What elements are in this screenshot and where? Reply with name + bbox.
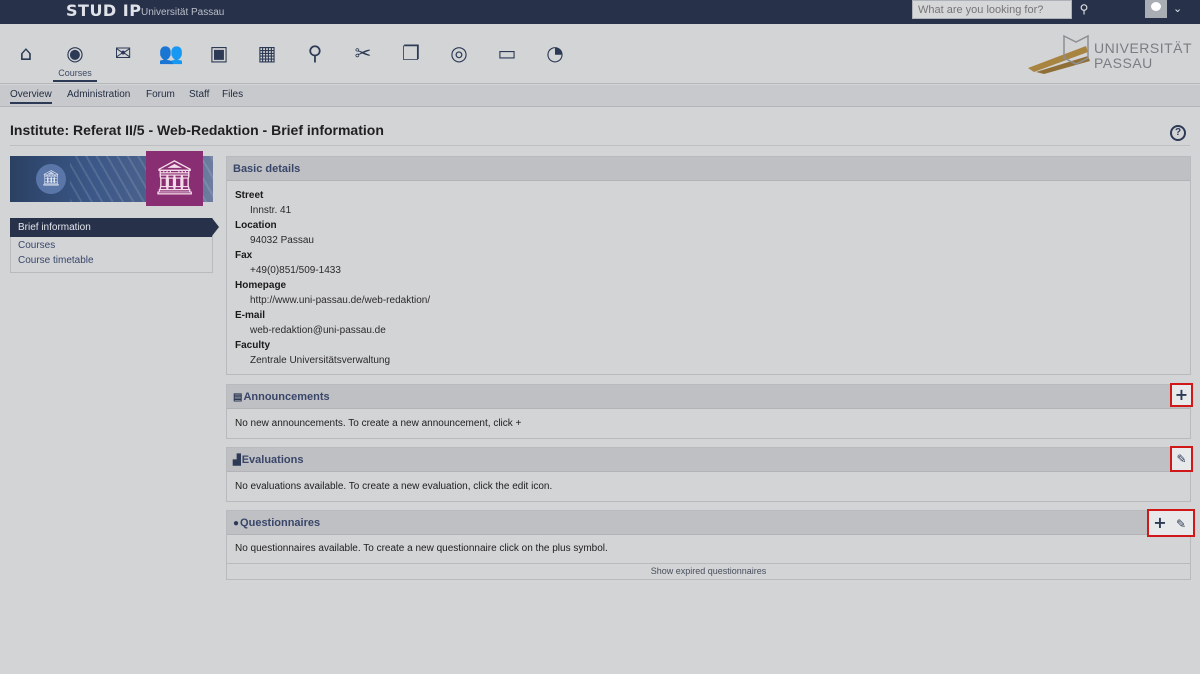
panel-header: ▟Evaluations bbox=[227, 448, 1190, 472]
detail-value: +49(0)851/509-1433 bbox=[250, 265, 341, 276]
messages-icon[interactable]: ✉ bbox=[110, 40, 136, 66]
empty-message: No questionnaires available. To create a… bbox=[235, 543, 608, 554]
courses-icon[interactable]: ◉ bbox=[62, 40, 88, 66]
panel-header: Basic details bbox=[227, 157, 1190, 181]
tab-files[interactable]: Files bbox=[222, 89, 243, 100]
community-icon[interactable]: 👥 bbox=[158, 40, 184, 66]
sidebar-active-arrow bbox=[212, 218, 219, 236]
questionnaires-panel: ●Questionnaires No questionnaires availa… bbox=[226, 510, 1191, 580]
page-title: Institute: Referat II/5 - Web-Redaktion … bbox=[10, 122, 384, 138]
studip-logo[interactable]: STUD IP bbox=[66, 1, 141, 20]
panel-header: ▤Announcements bbox=[227, 385, 1190, 409]
tab-staff[interactable]: Staff bbox=[189, 89, 209, 100]
detail-value: Zentrale Universitätsverwaltung bbox=[250, 355, 391, 366]
add-announcement-button[interactable]: + bbox=[1174, 385, 1189, 405]
home-icon[interactable]: ⌂ bbox=[13, 40, 39, 66]
homepage-link[interactable]: http://www.uni-passau.de/web-redaktion/ bbox=[250, 295, 430, 306]
detail-value: 94032 Passau bbox=[250, 235, 314, 246]
announcements-panel: ▤Announcements No new announcements. To … bbox=[226, 384, 1191, 439]
institute-avatar-icon: 🏛 bbox=[146, 151, 203, 206]
detail-label: Homepage bbox=[235, 280, 287, 291]
files-icon[interactable]: ❐ bbox=[398, 40, 424, 66]
empty-message: No evaluations available. To create a ne… bbox=[235, 481, 553, 492]
user-avatar-icon[interactable] bbox=[1145, 0, 1167, 18]
chevron-down-icon[interactable]: ⌄ bbox=[1173, 2, 1182, 15]
announcement-icon: ▤ bbox=[233, 392, 243, 403]
search-icon[interactable]: ⚲ bbox=[1073, 0, 1095, 19]
empty-message: No new announcements. To create a new an… bbox=[235, 418, 522, 429]
detail-label: E-mail bbox=[235, 310, 266, 321]
title-divider bbox=[10, 145, 1190, 146]
basic-details-panel: Basic details Street Innstr. 41 Location… bbox=[226, 156, 1191, 375]
panel-title: Evaluations bbox=[241, 454, 304, 466]
add-questionnaire-button[interactable]: + bbox=[1152, 513, 1168, 533]
plugin-icon[interactable]: ◎ bbox=[446, 40, 472, 66]
sidebar-item-courses[interactable]: Courses bbox=[18, 240, 55, 251]
tab-overview[interactable]: Overview bbox=[10, 89, 52, 104]
panel-title: Basic details bbox=[233, 163, 301, 175]
panel-title: Questionnaires bbox=[240, 517, 321, 529]
basic-details-body: Street Innstr. 41 Location 94032 Passau … bbox=[227, 181, 1190, 374]
tab-bar: Overview Administration Forum Staff File… bbox=[0, 85, 1200, 107]
evaluation-icon: ▟ bbox=[233, 455, 241, 466]
highlight-box: ✎ bbox=[1170, 446, 1193, 472]
panel-title: Announcements bbox=[243, 391, 330, 403]
university-subtitle: Universität Passau bbox=[141, 7, 225, 18]
profile-icon[interactable]: ▣ bbox=[206, 40, 232, 66]
sidebar-item-brief-information[interactable]: Brief information bbox=[10, 218, 212, 237]
card-icon[interactable]: ▭ bbox=[494, 40, 520, 66]
main-navigation: ⌂ ◉ Courses ✉ 👥 ▣ ▦ ⚲ ✂ ❐ ◎ ▭ ◔ UNIVERSI… bbox=[0, 24, 1200, 84]
help-icon[interactable]: ? bbox=[1170, 125, 1186, 141]
tab-forum[interactable]: Forum bbox=[146, 89, 175, 100]
detail-label: Fax bbox=[235, 250, 253, 261]
edit-evaluation-button[interactable]: ✎ bbox=[1174, 449, 1189, 469]
institute-icon: 🏛 bbox=[36, 164, 66, 194]
highlight-box: + ✎ bbox=[1147, 509, 1195, 537]
schedule-icon[interactable]: ▦ bbox=[254, 40, 280, 66]
email-link[interactable]: web-redaktion@uni-passau.de bbox=[250, 325, 386, 336]
sidebar-item-course-timetable[interactable]: Course timetable bbox=[18, 255, 94, 266]
detail-label: Faculty bbox=[235, 340, 271, 351]
tab-administration[interactable]: Administration bbox=[67, 89, 130, 100]
questionnaire-icon: ● bbox=[233, 518, 240, 529]
stats-icon[interactable]: ◔ bbox=[542, 40, 568, 66]
detail-label: Street bbox=[235, 190, 264, 201]
detail-value: Innstr. 41 bbox=[250, 205, 292, 216]
panel-header: ●Questionnaires bbox=[227, 511, 1190, 535]
search-icon[interactable]: ⚲ bbox=[302, 40, 328, 66]
highlight-box: + bbox=[1170, 383, 1193, 407]
show-expired-questionnaires-link[interactable]: Show expired questionnaires bbox=[227, 563, 1190, 579]
evaluations-panel: ▟Evaluations No evaluations available. T… bbox=[226, 447, 1191, 502]
nav-active-indicator bbox=[53, 80, 97, 82]
edit-questionnaire-button[interactable]: ✎ bbox=[1173, 514, 1189, 534]
university-logo-text: UNIVERSITÄT PASSAU bbox=[1094, 40, 1192, 71]
nav-label-courses[interactable]: Courses bbox=[50, 68, 100, 78]
detail-label: Location bbox=[235, 220, 277, 231]
search-input[interactable] bbox=[912, 0, 1072, 19]
tools-icon[interactable]: ✂ bbox=[350, 40, 376, 66]
top-bar: STUD IP Universität Passau ⚲ ⌄ bbox=[0, 0, 1200, 24]
